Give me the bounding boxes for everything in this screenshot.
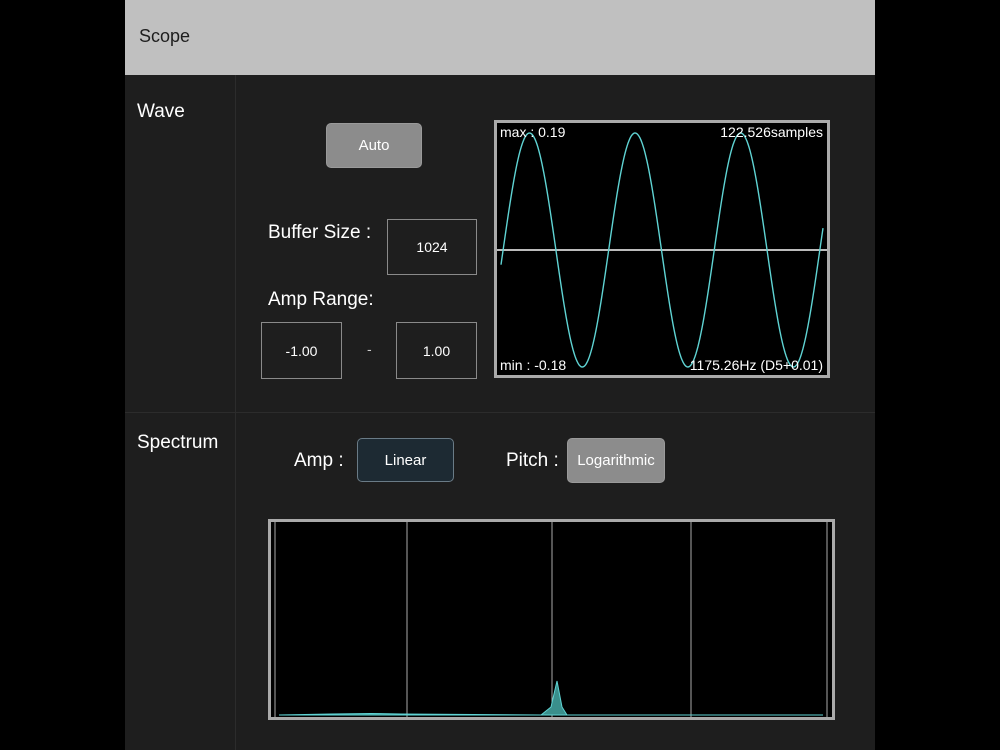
scope-panel: Scope Wave Auto Buffer Size : 1024 Amp R… [125,0,875,750]
auto-button[interactable]: Auto [326,123,422,168]
amp-min-field[interactable]: -1.00 [261,322,342,379]
frequency-readout: 1175.26Hz (D5+0.01) [689,357,823,373]
pitch-logarithmic-button[interactable]: Logarithmic [567,438,665,483]
amp-max-field[interactable]: 1.00 [396,322,477,379]
spectrum-trace [278,680,823,716]
amp-range-label: Amp Range: [268,289,374,310]
waveform-plot [497,132,827,368]
pitch-mode-label: Pitch : [506,450,559,471]
amp-range-separator: - [367,341,372,357]
waveform-display: max : 0.19 122.526samples min : -0.18 11… [494,120,830,378]
spectrum-section-label: Spectrum [137,432,219,453]
spectrum-plot [274,522,828,717]
buffer-size-field[interactable]: 1024 [387,219,477,275]
section-divider [125,412,875,413]
spectrum-display [268,519,835,720]
max-readout: max : 0.19 [500,124,566,140]
buffer-size-label: Buffer Size : [268,222,372,243]
app-title: Scope [139,26,191,46]
min-readout: min : -0.18 [500,357,567,373]
amp-linear-button[interactable]: Linear [357,438,454,482]
amp-mode-label: Amp : [294,450,344,471]
wave-section-label: Wave [137,101,185,122]
title-bar: Scope [125,0,875,75]
samples-readout: 122.526samples [720,124,823,140]
